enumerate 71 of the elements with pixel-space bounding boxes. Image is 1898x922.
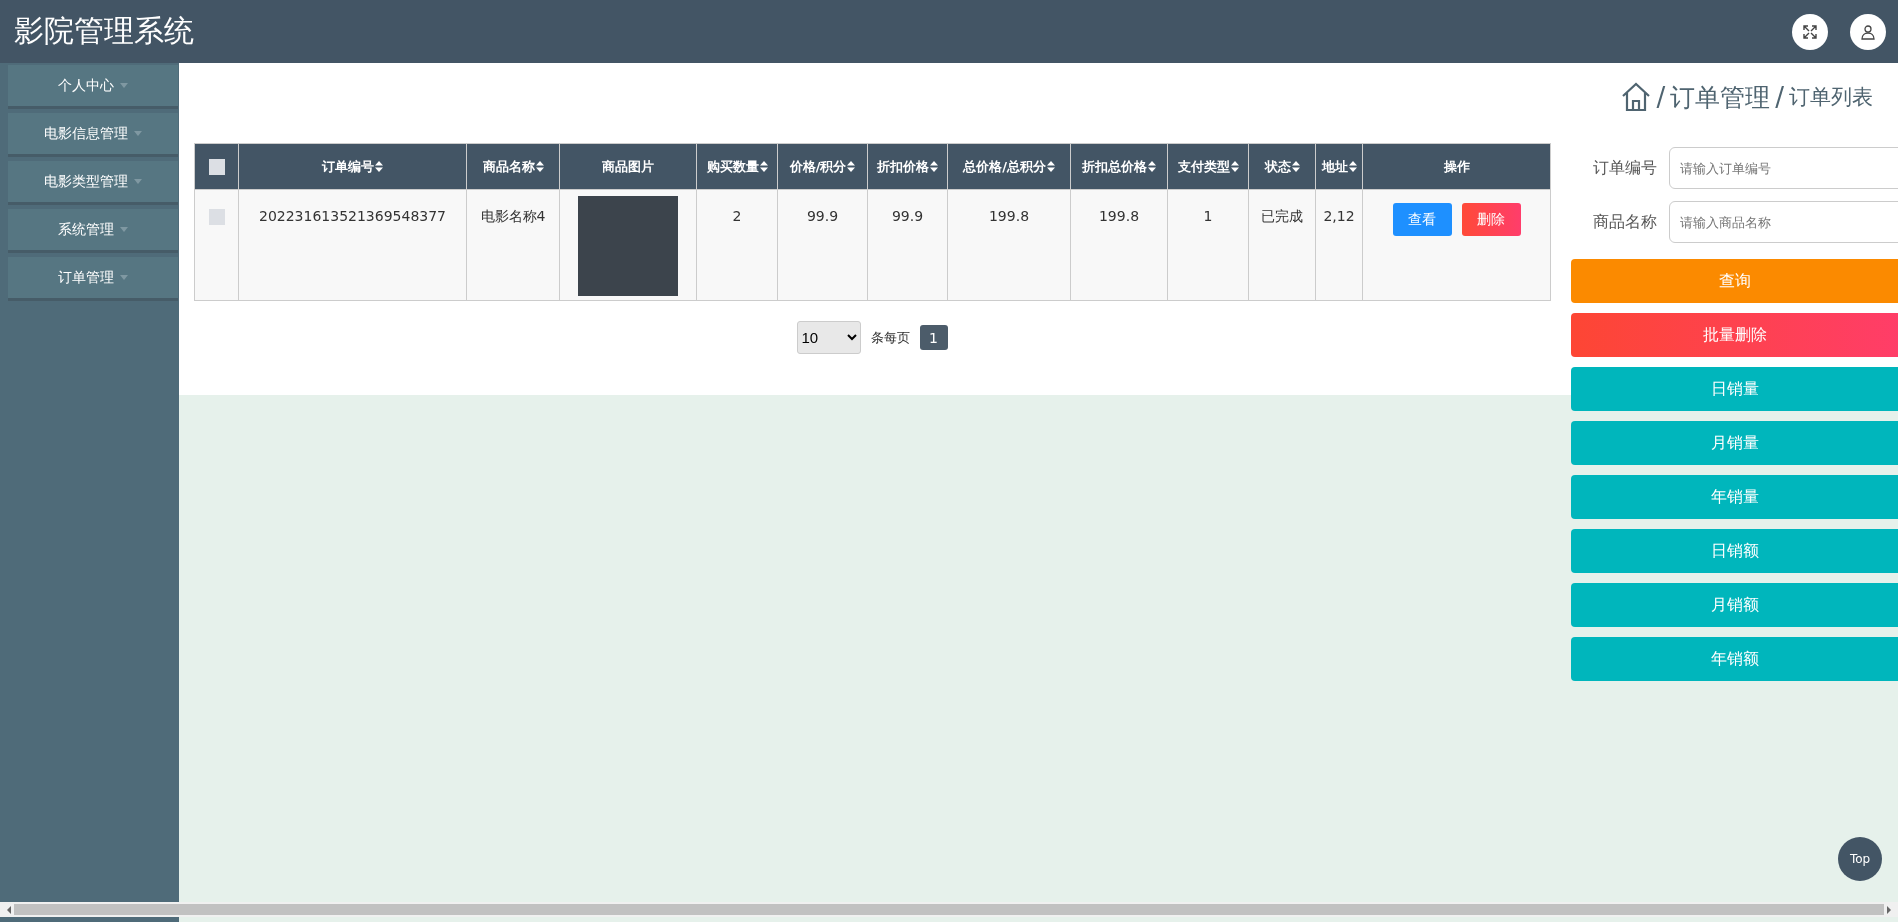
sort-icon[interactable] [1291,161,1300,172]
sidebar-item[interactable]: 系统管理 [8,209,178,253]
action-button[interactable]: 月销额 [1571,583,1898,627]
table-cell: 2,12 [1323,208,1355,224]
caret-icon [134,179,142,184]
sort-icon[interactable] [1348,161,1357,172]
sort-icon[interactable] [535,161,544,172]
caret-icon [120,275,128,280]
view-button[interactable]: 查看 [1392,203,1452,236]
expand-icon [1802,23,1818,40]
column-header[interactable]: 折扣总价格 [1082,157,1156,176]
input-field[interactable]: 请输入商品名称 [1669,201,1898,243]
sidebar-item[interactable]: 电影信息管理 [8,113,178,157]
table-cell: 199.8 [988,208,1030,224]
table-cell: 199.8 [1098,208,1140,224]
table-cell: 99.9 [891,208,924,224]
column-header[interactable]: 价格/积分 [789,157,856,176]
breadcrumb-separator: / [1656,82,1666,112]
column-header: 操作 [1443,157,1470,176]
home-icon[interactable] [1621,82,1652,112]
per-page-label: 条每页 [870,328,910,347]
input-field[interactable]: 请输入订单编号 [1669,147,1898,189]
action-button[interactable]: 月销量 [1571,421,1898,465]
action-button[interactable]: 批量删除 [1571,313,1898,357]
caret-icon [120,227,128,232]
action-button[interactable]: 年销量 [1571,475,1898,519]
sort-icon[interactable] [1046,161,1055,172]
user-icon [1860,23,1876,40]
column-header[interactable]: 订单编号 [322,157,383,176]
action-button[interactable]: 年销额 [1571,637,1898,681]
sidebar-item[interactable]: 电影类型管理 [8,161,178,205]
sidebar-item[interactable]: 订单管理 [8,257,178,301]
column-header: 商品图片 [602,157,654,176]
sort-icon[interactable] [1230,161,1239,172]
table-cell: 1 [1203,208,1213,224]
caret-icon [120,83,128,88]
delete-button[interactable]: 删除 [1461,203,1521,236]
user-button[interactable] [1850,13,1886,50]
table-cell: 2 [732,208,742,224]
column-header[interactable]: 总价格/总积分 [963,157,1055,176]
column-header[interactable]: 支付类型 [1177,157,1239,176]
field-label: 订单编号 [1593,157,1657,179]
page-size-select[interactable]: 10 [796,321,861,354]
action-button[interactable]: 日销量 [1571,367,1898,411]
app-title: 影院管理系统 [14,12,194,50]
table-cell: 202231613521369548377 [258,208,447,224]
column-header[interactable]: 购买数量 [706,157,768,176]
table-cell: 已完成 [1261,208,1303,224]
sort-icon[interactable] [375,161,383,172]
sidebar-item[interactable]: 个人中心 [8,65,178,109]
breadcrumb-link[interactable]: 订单管理 [1670,80,1771,114]
row-checkbox[interactable] [208,209,225,225]
table-cell: 99.9 [806,208,839,224]
breadcrumb-separator: / [1775,82,1784,112]
column-header[interactable]: 状态 [1264,157,1300,176]
field-label: 商品名称 [1593,211,1657,233]
horizontal-scrollbar[interactable] [0,902,1898,917]
fullscreen-button[interactable] [1792,13,1828,50]
select-all-checkbox[interactable] [208,158,225,175]
table-cell: 电影名称4 [480,208,546,224]
column-header[interactable]: 地址 [1321,157,1357,176]
action-button[interactable]: 日销额 [1571,529,1898,573]
sort-icon[interactable] [759,161,768,172]
caret-icon [134,131,142,136]
column-header[interactable]: 折扣价格 [877,157,938,176]
sort-icon[interactable] [1148,161,1156,172]
sort-icon[interactable] [847,161,856,172]
page-button[interactable]: 1 [919,325,948,350]
column-header[interactable]: 商品名称 [482,157,544,176]
sort-icon[interactable] [930,161,938,172]
breadcrumb-current: 订单列表 [1789,84,1873,111]
